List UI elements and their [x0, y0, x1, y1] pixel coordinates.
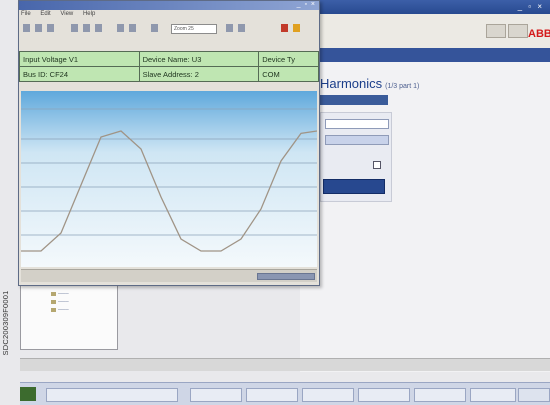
- window-controls-icon[interactable]: _ ▫ ×: [518, 2, 544, 11]
- toolbar-icon[interactable]: [35, 24, 42, 32]
- harmonics-settings-form: [320, 112, 392, 202]
- folder-icon: [51, 291, 56, 296]
- menu-bar: File Edit View Help: [21, 11, 103, 21]
- setting-field-1[interactable]: [325, 119, 389, 129]
- toolbar-icon[interactable]: [47, 24, 54, 32]
- toolbar-icon[interactable]: [117, 24, 124, 32]
- taskbar-item[interactable]: [302, 388, 354, 402]
- setting-checkbox[interactable]: [373, 161, 381, 169]
- taskbar-item[interactable]: [414, 388, 466, 402]
- toolbar-icon[interactable]: [238, 24, 245, 32]
- apply-button[interactable]: [323, 179, 385, 194]
- taskbar-item[interactable]: [470, 388, 516, 402]
- toolbar-icon[interactable]: [226, 24, 233, 32]
- toolbar-button[interactable]: [508, 24, 528, 38]
- waveform-chart: [21, 91, 317, 267]
- horizontal-scrollbar[interactable]: [257, 273, 315, 280]
- zoom-select[interactable]: Zoom 25: [171, 24, 217, 34]
- taskbar: [20, 382, 550, 405]
- window-toolbar: Zoom 25: [21, 22, 317, 36]
- menu-help[interactable]: Help: [83, 11, 95, 17]
- table-cell: Device Name: U3: [138, 51, 260, 67]
- table-cell: Bus ID: CF24: [19, 66, 140, 82]
- harmonics-panel-title: Harmonics (1/3 part 1): [320, 76, 419, 91]
- toolbar-icon[interactable]: [95, 24, 102, 32]
- parameter-table: Input Voltage V1 Device Name: U3 Device …: [19, 51, 319, 82]
- image-code-label: SDC200309F0001: [1, 290, 10, 356]
- harmonics-subtitle: (1/3 part 1): [385, 83, 420, 90]
- toolbar-icon[interactable]: [129, 24, 136, 32]
- monitoring-window-titlebar: _ ▫ ×: [19, 1, 319, 10]
- setting-field-2[interactable]: [325, 135, 389, 145]
- folder-icon: [51, 307, 56, 312]
- toolbar-button[interactable]: [486, 24, 506, 38]
- menu-view[interactable]: View: [60, 11, 73, 17]
- taskbar-item[interactable]: [358, 388, 410, 402]
- background-window-titlebar: _ ▫ ×: [300, 0, 550, 14]
- warning-icon[interactable]: [293, 24, 300, 32]
- table-cell: COM: [258, 66, 319, 82]
- table-cell: Device Ty: [258, 51, 319, 67]
- explorer-panel: ─── ─── ───: [20, 280, 118, 350]
- monitoring-window: _ ▫ × File Edit View Help Zoom 25 Input …: [18, 0, 320, 286]
- background-window-tabbar: [300, 48, 550, 62]
- table-row: Input Voltage V1 Device Name: U3 Device …: [19, 51, 319, 67]
- toolbar-icon[interactable]: [71, 24, 78, 32]
- background-window-content: [300, 62, 550, 372]
- taskbar-quick-launch[interactable]: [46, 388, 178, 402]
- path-bar: [21, 37, 317, 46]
- application-status-bar: [20, 358, 550, 371]
- taskbar-item[interactable]: [190, 388, 242, 402]
- start-button[interactable]: [20, 387, 36, 401]
- plot-background: [21, 91, 317, 267]
- menu-edit[interactable]: Edit: [40, 11, 50, 17]
- harmonics-title-text: Harmonics: [320, 76, 383, 91]
- stop-icon[interactable]: [281, 24, 288, 32]
- harmonics-section-header: [320, 95, 388, 105]
- table-row: Bus ID: CF24 Slave Address: 2 COM: [19, 66, 319, 82]
- brand-logo: ABB: [528, 28, 550, 40]
- menu-file[interactable]: File: [21, 11, 31, 17]
- system-tray: [518, 388, 550, 402]
- toolbar-icon[interactable]: [151, 24, 158, 32]
- window-controls-icon[interactable]: _ ▫ ×: [297, 1, 316, 8]
- tree-item[interactable]: ───: [51, 299, 69, 305]
- waveform-plot: [21, 91, 317, 267]
- folder-icon: [51, 299, 56, 304]
- background-window-toolbar: ABB: [300, 14, 550, 49]
- tree-item[interactable]: ───: [51, 307, 69, 313]
- table-cell: Slave Address: 2: [138, 66, 260, 82]
- table-cell: Input Voltage V1: [19, 51, 140, 67]
- tree-item[interactable]: ───: [51, 291, 69, 297]
- plot-scrollbar-area: [21, 269, 317, 282]
- taskbar-item[interactable]: [246, 388, 298, 402]
- toolbar-icon[interactable]: [23, 24, 30, 32]
- toolbar-icon[interactable]: [83, 24, 90, 32]
